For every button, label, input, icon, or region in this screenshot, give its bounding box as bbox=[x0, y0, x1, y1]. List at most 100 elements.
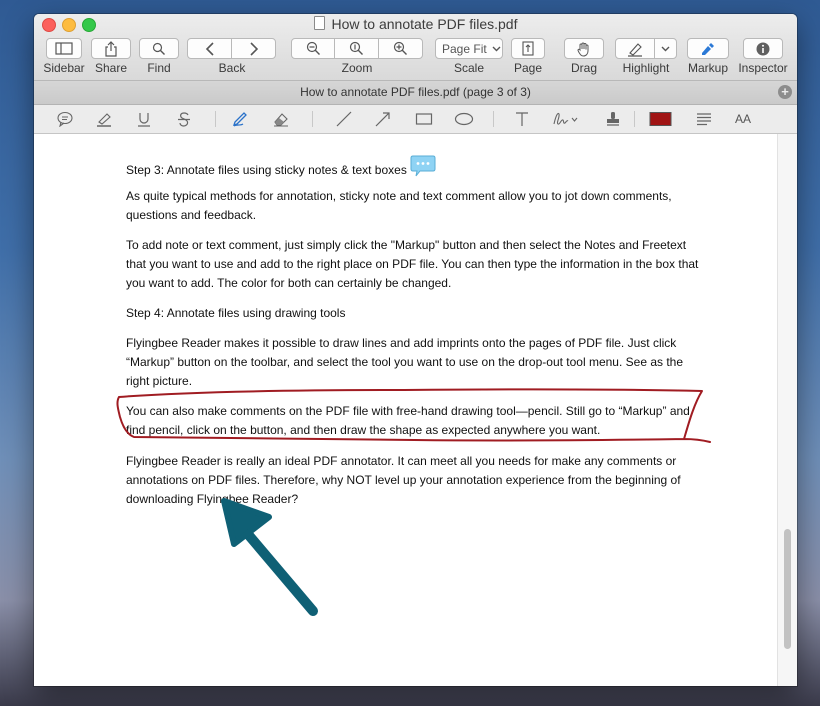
highlighter-icon bbox=[97, 113, 111, 127]
find-label: Find bbox=[147, 61, 171, 75]
paragraph-drawing-lines: Flyingbee Reader makes it possible to dr… bbox=[126, 336, 684, 388]
hand-icon bbox=[577, 42, 589, 57]
paragraph-add-note: To add note or text comment, just simply… bbox=[126, 238, 699, 290]
color-swatch-icon bbox=[649, 112, 672, 126]
zoom-out-button[interactable] bbox=[291, 38, 335, 59]
sticky-note-icon[interactable] bbox=[409, 155, 437, 185]
paragraph-sticky-intro: As quite typical methods for annotation,… bbox=[126, 189, 672, 222]
highlight-button[interactable] bbox=[615, 38, 655, 59]
text-icon bbox=[516, 112, 528, 126]
window-title-text: How to annotate PDF files.pdf bbox=[331, 16, 518, 32]
step3-heading-text: Step 3: Annotate files using sticky note… bbox=[126, 163, 407, 177]
sidebar-button[interactable] bbox=[46, 38, 82, 59]
info-icon bbox=[756, 42, 770, 55]
pencil-icon bbox=[232, 112, 247, 127]
search-icon bbox=[152, 42, 165, 55]
paragraph-pencil: You can also make comments on the PDF fi… bbox=[126, 404, 690, 437]
chevron-down-icon bbox=[492, 46, 501, 51]
arrow-tool[interactable] bbox=[372, 109, 394, 129]
preview-window: How to annotate PDF files.pdf Sidebar Sh… bbox=[34, 14, 797, 686]
drag-button[interactable] bbox=[564, 38, 604, 59]
scale-label: Scale bbox=[453, 61, 485, 75]
pdf-page[interactable]: Step 3: Annotate files using sticky note… bbox=[34, 134, 797, 686]
share-button[interactable] bbox=[91, 38, 131, 59]
zoom-in-icon bbox=[393, 41, 407, 55]
text-style-tool[interactable] bbox=[693, 109, 715, 129]
highlight-label: Highlight bbox=[622, 61, 670, 75]
add-tab-button[interactable]: + bbox=[778, 85, 792, 99]
text-tool[interactable] bbox=[511, 109, 533, 129]
paragraph-step3-heading: Step 3: Annotate files using sticky note… bbox=[126, 155, 706, 185]
markup-separator bbox=[493, 111, 494, 127]
window-title: How to annotate PDF files.pdf bbox=[34, 16, 797, 32]
rectangle-tool[interactable] bbox=[413, 109, 435, 129]
scale-value: Page Fit bbox=[442, 41, 487, 56]
eraser-icon bbox=[274, 113, 288, 127]
note-tool[interactable] bbox=[54, 109, 76, 129]
back-label: Back bbox=[218, 61, 246, 75]
forward-button[interactable] bbox=[231, 38, 276, 59]
scale-select[interactable]: Page Fit bbox=[435, 38, 503, 59]
text-lines-icon bbox=[697, 113, 711, 126]
strikethrough-tool[interactable] bbox=[173, 109, 195, 129]
markup-separator bbox=[634, 111, 635, 127]
page-icon bbox=[522, 41, 534, 56]
scrollbar-thumb[interactable] bbox=[784, 529, 791, 649]
line-icon bbox=[336, 111, 352, 127]
markup-separator bbox=[312, 111, 313, 127]
font-size-tool[interactable]: AA bbox=[731, 109, 755, 129]
zoom-in-button[interactable] bbox=[378, 38, 423, 59]
arrow-icon bbox=[375, 112, 390, 127]
share-icon bbox=[105, 40, 117, 57]
share-label: Share bbox=[94, 61, 128, 75]
actual-size-button[interactable] bbox=[334, 38, 379, 59]
tab-bar: How to annotate PDF files.pdf (page 3 of… bbox=[34, 81, 797, 105]
signature-tool[interactable] bbox=[552, 109, 580, 129]
inspector-label: Inspector bbox=[738, 61, 788, 75]
eraser-tool[interactable] bbox=[270, 109, 292, 129]
rectangle-icon bbox=[415, 113, 433, 125]
font-size-label: AA bbox=[734, 112, 751, 126]
speech-bubble-icon bbox=[57, 111, 73, 127]
highlighter-icon bbox=[628, 42, 642, 57]
paragraph-conclusion: Flyingbee Reader is really an ideal PDF … bbox=[126, 454, 681, 506]
color-picker[interactable] bbox=[648, 109, 674, 129]
page-label: Page bbox=[513, 61, 543, 75]
markup-toolbar: AA bbox=[34, 105, 797, 134]
chevron-down-icon bbox=[661, 46, 670, 51]
underline-tool[interactable] bbox=[133, 109, 155, 129]
paragraph-step4-heading: Step 4: Annotate files using drawing too… bbox=[126, 306, 346, 320]
document-icon bbox=[313, 16, 325, 30]
ellipse-tool[interactable] bbox=[453, 109, 475, 129]
signature-icon bbox=[553, 112, 578, 125]
highlight-tool[interactable] bbox=[93, 109, 115, 129]
zoom-label: Zoom bbox=[341, 61, 373, 75]
back-button[interactable] bbox=[187, 38, 232, 59]
sidebar-icon bbox=[55, 42, 73, 55]
title-bar: How to annotate PDF files.pdf Sidebar Sh… bbox=[34, 14, 797, 81]
pencil-tool[interactable] bbox=[230, 109, 252, 129]
ellipse-icon bbox=[454, 112, 474, 126]
tab-document[interactable]: How to annotate PDF files.pdf (page 3 of… bbox=[34, 85, 797, 99]
line-tool[interactable] bbox=[333, 109, 355, 129]
stamp-icon bbox=[607, 112, 619, 126]
highlight-options-button[interactable] bbox=[654, 38, 677, 59]
sidebar-label: Sidebar bbox=[43, 61, 85, 75]
markup-icon bbox=[702, 43, 714, 55]
zoom-out-icon bbox=[306, 41, 320, 55]
page-button[interactable] bbox=[511, 38, 545, 59]
underline-icon bbox=[138, 113, 150, 127]
markup-label: Markup bbox=[687, 61, 728, 75]
vertical-scrollbar[interactable] bbox=[777, 134, 797, 686]
drag-label: Drag bbox=[570, 61, 597, 75]
zoom-actual-icon bbox=[349, 41, 363, 55]
inspector-button[interactable] bbox=[743, 38, 783, 59]
arrow-annotation[interactable] bbox=[221, 498, 318, 616]
strikethrough-icon bbox=[178, 112, 190, 127]
markup-separator bbox=[215, 111, 216, 127]
chevron-left-icon bbox=[205, 41, 214, 56]
markup-button[interactable] bbox=[687, 38, 729, 59]
chevron-right-icon bbox=[249, 41, 258, 56]
find-button[interactable] bbox=[139, 38, 179, 59]
stamp-tool[interactable] bbox=[602, 109, 624, 129]
